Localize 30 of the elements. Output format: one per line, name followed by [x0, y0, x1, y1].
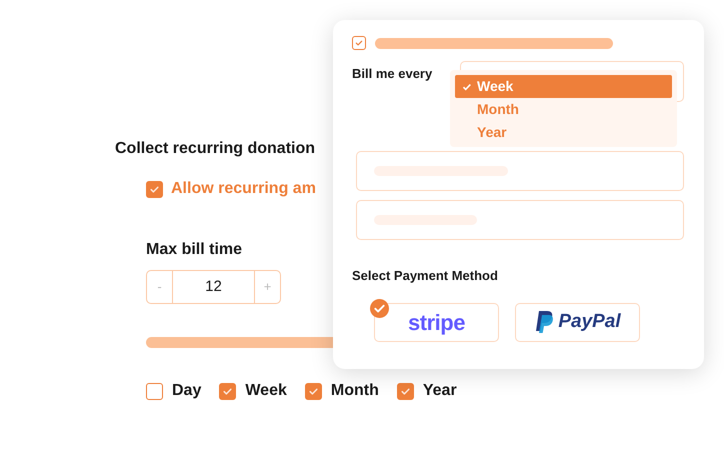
- section-label: Select Payment Method: [352, 267, 499, 285]
- checkbox-label: Year: [422, 381, 457, 401]
- input-field[interactable]: [356, 151, 684, 191]
- increment-button[interactable]: +: [254, 271, 280, 303]
- logo-icon: [534, 310, 554, 334]
- checkbox[interactable]: [146, 382, 163, 400]
- checkbox-label: Allow recurring am: [171, 179, 316, 199]
- checkbox-label: Week: [245, 381, 287, 401]
- dropdown-option[interactable]: Week: [455, 75, 672, 98]
- logo-text: PayPal: [558, 310, 621, 334]
- checkbox[interactable]: [304, 382, 322, 400]
- checkbox-label: Day: [172, 381, 202, 401]
- field-label: Max bill time: [146, 240, 244, 260]
- section-heading: Collect recurring donation: [115, 139, 316, 159]
- checkbox[interactable]: [146, 180, 163, 198]
- checkbox[interactable]: [352, 36, 366, 50]
- check-badge: [370, 298, 389, 318]
- input-field[interactable]: [356, 200, 684, 240]
- check-icon: [462, 82, 472, 92]
- logo-text: stripe: [408, 308, 465, 337]
- decrement-button[interactable]: -: [147, 271, 173, 303]
- payment-option[interactable]: PayPal: [515, 302, 640, 342]
- dropdown-option[interactable]: Year: [455, 121, 672, 144]
- number-stepper[interactable]: - 12 +: [146, 270, 281, 304]
- checkbox[interactable]: [396, 382, 414, 400]
- checkbox-label: Month: [330, 381, 379, 401]
- checkbox[interactable]: [219, 382, 236, 400]
- stepper-value: 12: [204, 276, 223, 297]
- field-label: Bill me every: [352, 65, 432, 83]
- dropdown-option[interactable]: Month: [455, 98, 672, 121]
